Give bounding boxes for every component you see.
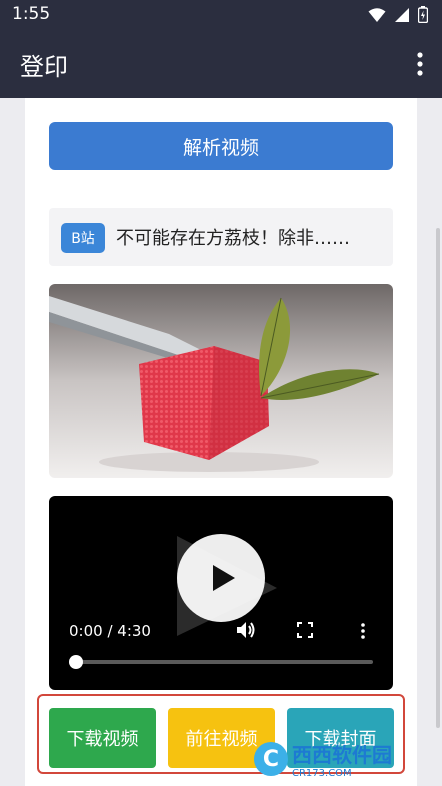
- download-video-button[interactable]: 下载视频: [49, 708, 156, 768]
- status-icons: [368, 6, 428, 23]
- fullscreen-icon[interactable]: [297, 622, 313, 638]
- video-cover-image: [49, 284, 393, 478]
- volume-icon[interactable]: [235, 620, 257, 640]
- app-title: 登印: [20, 53, 68, 81]
- video-progress-knob[interactable]: [69, 655, 83, 669]
- play-icon: [213, 565, 235, 591]
- play-button[interactable]: [177, 534, 265, 622]
- status-time: 1:55: [12, 4, 51, 24]
- video-info-row: B站 不可能存在方荔枝！除非……: [49, 208, 393, 266]
- scrollbar[interactable]: [436, 228, 440, 728]
- watermark-brand: 西西软件园: [292, 743, 392, 767]
- wifi-icon: [368, 7, 386, 22]
- signal-icon: [395, 7, 409, 22]
- watermark-url: CR173.COM: [292, 768, 352, 779]
- more-menu-icon[interactable]: [410, 50, 430, 78]
- app-bar: 登印: [0, 30, 442, 98]
- video-time: 0:00 / 4:30: [69, 622, 151, 640]
- battery-icon: [418, 6, 428, 23]
- video-more-icon[interactable]: [359, 622, 367, 640]
- video-progress-track[interactable]: [75, 660, 373, 664]
- video-player[interactable]: 0:00 / 4:30: [49, 496, 393, 690]
- video-title: 不可能存在方荔枝！除非……: [116, 228, 350, 249]
- watermark: C 西西软件园 CR173.COM: [254, 737, 420, 781]
- status-bar: 1:55: [0, 0, 442, 30]
- watermark-logo-icon: C: [254, 742, 288, 776]
- platform-badge: B站: [61, 223, 105, 253]
- parse-video-button[interactable]: 解析视频: [49, 122, 393, 170]
